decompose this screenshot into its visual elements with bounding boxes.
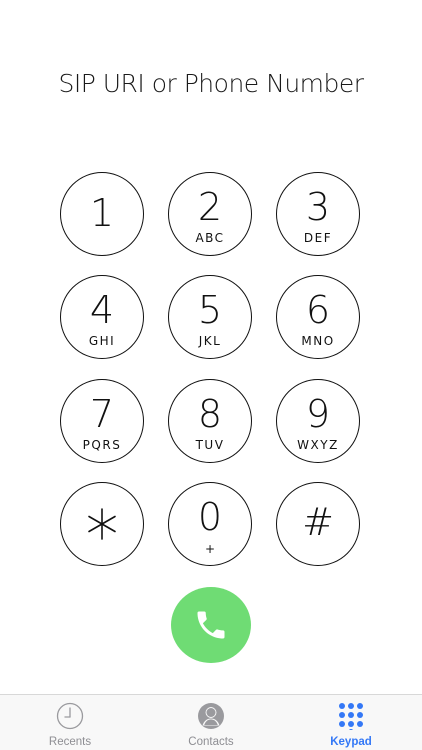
key-digit: 4 xyxy=(89,288,115,332)
key-letters: TUV xyxy=(195,438,225,452)
key-8[interactable]: 8 TUV xyxy=(168,379,252,463)
key-letters: GHI xyxy=(88,334,116,348)
key-digit: 1 xyxy=(89,191,115,235)
key-digit: 9 xyxy=(305,392,331,436)
tab-bar: Recents Contacts Keypad xyxy=(0,694,422,750)
tab-label: Contacts xyxy=(188,736,234,748)
key-1[interactable]: 1 xyxy=(60,172,144,256)
key-digit: 7 xyxy=(89,392,115,436)
key-letters: ABC xyxy=(195,231,225,245)
asterisk-icon xyxy=(88,508,116,540)
key-hash[interactable]: # xyxy=(276,482,360,566)
tab-contacts[interactable]: Contacts xyxy=(141,695,281,750)
person-icon xyxy=(198,703,224,729)
key-letters: DEF xyxy=(303,231,333,245)
key-digit: # xyxy=(302,500,334,544)
key-5[interactable]: 5 JKL xyxy=(168,275,252,359)
phone-icon xyxy=(197,611,225,639)
key-6[interactable]: 6 MNO xyxy=(276,275,360,359)
key-letters: MNO xyxy=(301,334,335,348)
key-star[interactable] xyxy=(60,482,144,566)
key-0[interactable]: 0 + xyxy=(168,482,252,566)
key-letters: WXYZ xyxy=(297,438,339,452)
tab-recents[interactable]: Recents xyxy=(0,695,140,750)
call-button[interactable] xyxy=(171,587,251,663)
key-7[interactable]: 7 PQRS xyxy=(60,379,144,463)
key-letters: + xyxy=(204,542,216,556)
key-3[interactable]: 3 DEF xyxy=(276,172,360,256)
tab-label: Keypad xyxy=(330,736,372,748)
clock-icon xyxy=(56,702,84,730)
key-digit: 6 xyxy=(305,288,331,332)
key-2[interactable]: 2 ABC xyxy=(168,172,252,256)
tab-label: Recents xyxy=(48,736,92,748)
keypad-icon xyxy=(339,703,363,730)
tab-keypad[interactable]: Keypad xyxy=(281,695,421,750)
key-digit: 2 xyxy=(197,185,223,229)
key-digit: 8 xyxy=(197,392,223,436)
key-letters: PQRS xyxy=(82,438,122,452)
dialer-screen: SIP URI or Phone Number 1 2 ABC 3 DEF 4 … xyxy=(0,0,422,750)
phone-number-field[interactable]: SIP URI or Phone Number xyxy=(0,64,422,104)
key-digit: 3 xyxy=(305,185,331,229)
key-digit: 5 xyxy=(197,288,223,332)
key-4[interactable]: 4 GHI xyxy=(60,275,144,359)
key-digit: 0 xyxy=(197,495,223,539)
key-letters: JKL xyxy=(198,334,222,348)
key-9[interactable]: 9 WXYZ xyxy=(276,379,360,463)
